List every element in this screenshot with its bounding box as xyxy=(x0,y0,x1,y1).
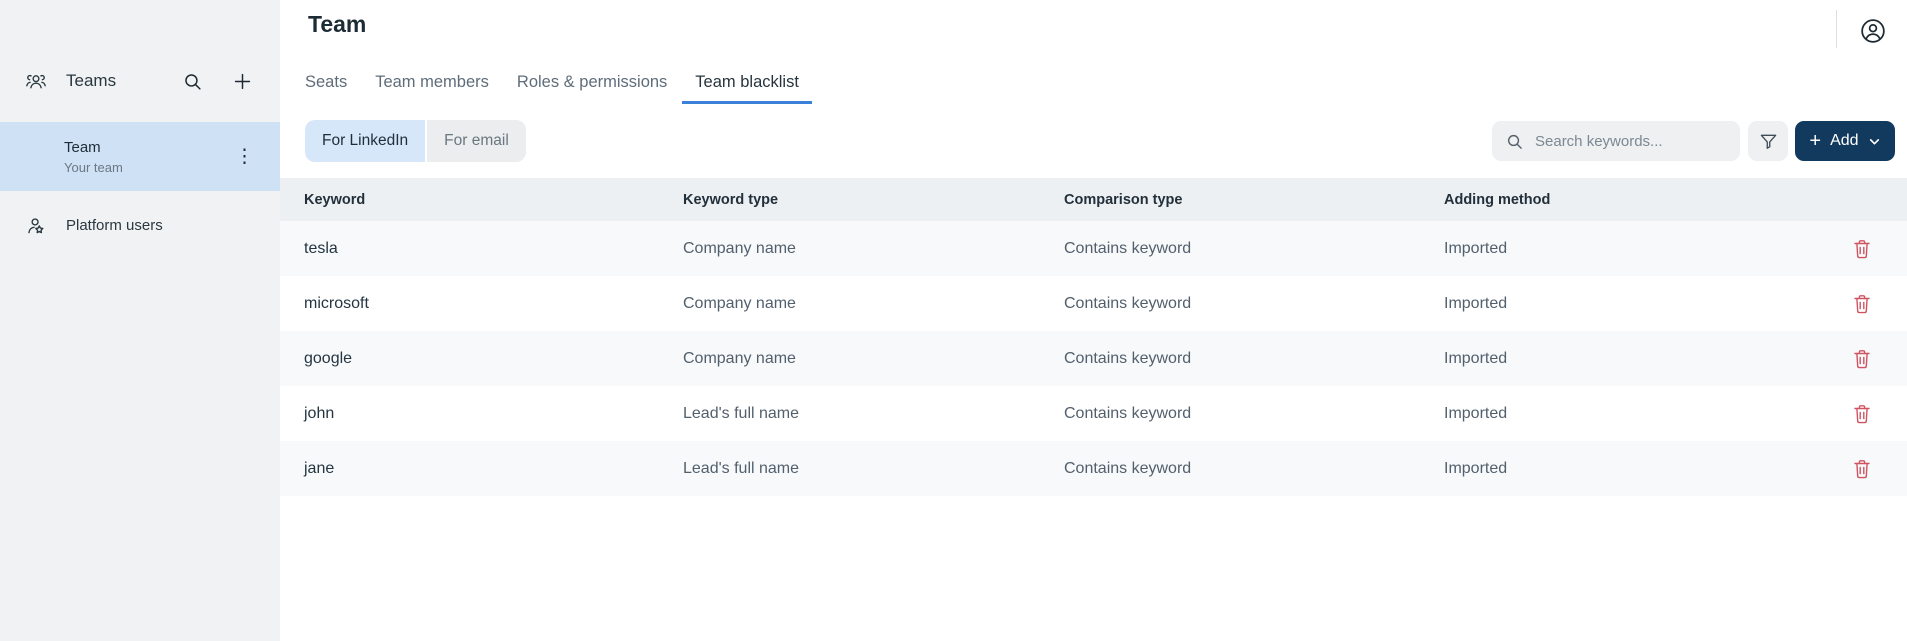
tab-seats[interactable]: Seats xyxy=(305,73,347,104)
table-header: Keyword Keyword type Comparison type Add… xyxy=(280,178,1907,221)
cell-keyword-type: Company name xyxy=(683,350,1064,368)
trash-icon xyxy=(1853,404,1871,424)
cell-keyword: microsoft xyxy=(304,295,683,313)
tab-roles-permissions[interactable]: Roles & permissions xyxy=(517,73,667,104)
delete-row-button[interactable] xyxy=(1851,402,1873,426)
user-avatar-button[interactable] xyxy=(1859,17,1887,45)
segment-for-email[interactable]: For email xyxy=(427,120,526,162)
cell-keyword: tesla xyxy=(304,240,683,258)
segment-for-linkedin[interactable]: For LinkedIn xyxy=(305,120,425,162)
sidebar-header: Teams xyxy=(0,70,280,92)
page-title: Team xyxy=(308,11,366,38)
filter-funnel-icon xyxy=(1759,132,1778,151)
cell-adding-method: Imported xyxy=(1444,240,1841,258)
blacklist-type-segmented-control: For LinkedIn For email xyxy=(305,120,526,162)
sidebar-item-team[interactable]: Team Your team ⋮ xyxy=(0,122,280,191)
cell-comparison-type: Contains keyword xyxy=(1064,350,1444,368)
table-row: microsoft Company name Contains keyword … xyxy=(280,276,1907,331)
table-body: tesla Company name Contains keyword Impo… xyxy=(280,221,1907,496)
cell-keyword-type: Lead's full name xyxy=(683,460,1064,478)
cell-keyword-type: Company name xyxy=(683,240,1064,258)
search-icon xyxy=(1506,133,1523,150)
sidebar: Teams Team Your team ⋮ xyxy=(0,0,280,641)
add-button[interactable]: + Add xyxy=(1795,121,1895,161)
delete-row-button[interactable] xyxy=(1851,237,1873,261)
kebab-menu-icon[interactable]: ⋮ xyxy=(235,147,254,166)
cell-comparison-type: Contains keyword xyxy=(1064,295,1444,313)
trash-icon xyxy=(1853,459,1871,479)
cell-keyword: jane xyxy=(304,460,683,478)
trash-icon xyxy=(1853,294,1871,314)
search-icon xyxy=(183,72,202,91)
add-team-button[interactable] xyxy=(234,73,251,90)
trash-icon xyxy=(1853,239,1871,259)
filter-button[interactable] xyxy=(1748,121,1788,161)
user-avatar-icon xyxy=(1859,17,1887,45)
sidebar-title: Teams xyxy=(66,71,183,91)
blacklist-table: Keyword Keyword type Comparison type Add… xyxy=(280,178,1907,496)
teams-group-icon xyxy=(25,70,47,92)
delete-row-button[interactable] xyxy=(1851,457,1873,481)
column-header-comparison-type: Comparison type xyxy=(1064,192,1444,208)
tab-team-blacklist[interactable]: Team blacklist xyxy=(682,73,812,104)
cell-keyword-type: Lead's full name xyxy=(683,405,1064,423)
add-button-label: Add xyxy=(1830,132,1858,150)
cell-comparison-type: Contains keyword xyxy=(1064,240,1444,258)
cell-adding-method: Imported xyxy=(1444,295,1841,313)
tab-bar: Seats Team members Roles & permissions T… xyxy=(305,73,799,104)
cell-adding-method: Imported xyxy=(1444,405,1841,423)
search-input[interactable] xyxy=(1533,132,1736,151)
column-header-keyword: Keyword xyxy=(304,192,683,208)
table-row: john Lead's full name Contains keyword I… xyxy=(280,386,1907,441)
sidebar-search-button[interactable] xyxy=(183,72,202,91)
table-row: tesla Company name Contains keyword Impo… xyxy=(280,221,1907,276)
table-row: jane Lead's full name Contains keyword I… xyxy=(280,441,1907,496)
cell-adding-method: Imported xyxy=(1444,350,1841,368)
delete-row-button[interactable] xyxy=(1851,292,1873,316)
column-header-adding-method: Adding method xyxy=(1444,192,1841,208)
plus-icon xyxy=(234,73,251,90)
platform-user-star-icon xyxy=(25,215,47,237)
app-window: Teams Team Your team ⋮ xyxy=(0,0,1907,641)
trash-icon xyxy=(1853,349,1871,369)
sidebar-item-platform-users[interactable]: Platform users xyxy=(0,191,280,260)
cell-comparison-type: Contains keyword xyxy=(1064,460,1444,478)
delete-row-button[interactable] xyxy=(1851,347,1873,371)
cell-adding-method: Imported xyxy=(1444,460,1841,478)
plus-icon: + xyxy=(1809,131,1821,151)
cell-keyword: john xyxy=(304,405,683,423)
table-row: google Company name Contains keyword Imp… xyxy=(280,331,1907,386)
keyword-search xyxy=(1492,121,1740,161)
topbar-divider xyxy=(1836,10,1837,48)
cell-keyword-type: Company name xyxy=(683,295,1064,313)
chevron-down-icon xyxy=(1868,135,1881,148)
tab-team-members[interactable]: Team members xyxy=(375,73,489,104)
cell-keyword: google xyxy=(304,350,683,368)
cell-comparison-type: Contains keyword xyxy=(1064,405,1444,423)
column-header-keyword-type: Keyword type xyxy=(683,192,1064,208)
platform-users-label: Platform users xyxy=(66,217,163,234)
